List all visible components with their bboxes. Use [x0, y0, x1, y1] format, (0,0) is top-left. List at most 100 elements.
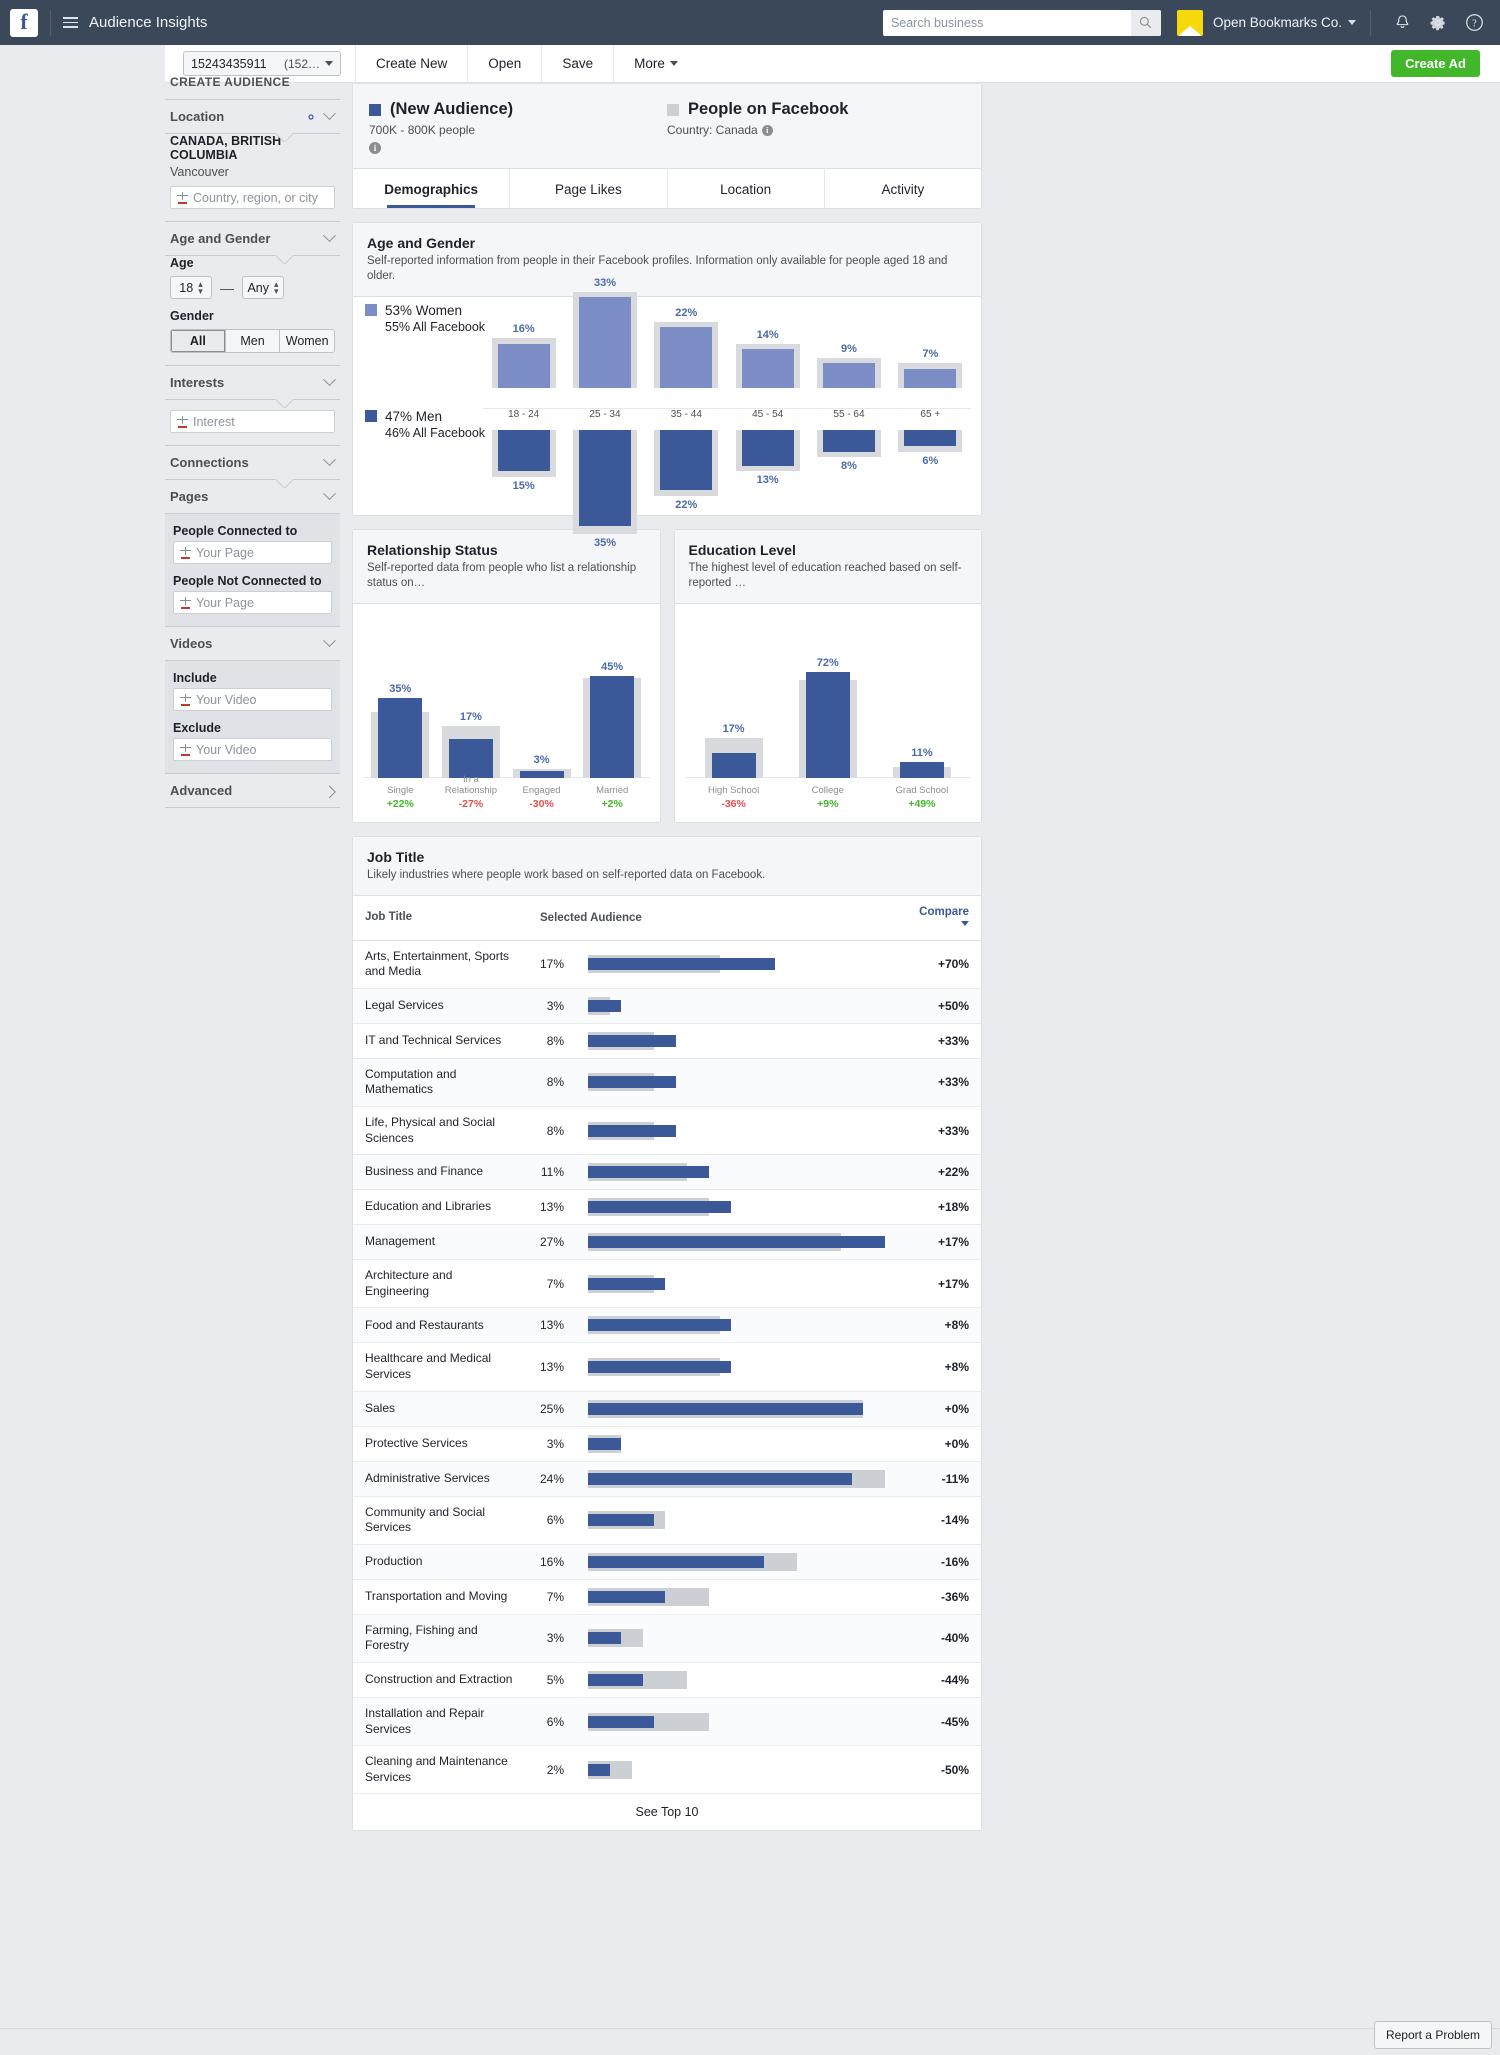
audience-bar[interactable] [899, 761, 944, 778]
gear-icon[interactable] [306, 112, 316, 122]
audience-bar[interactable] [588, 1632, 622, 1645]
table-row[interactable]: Protective Services 3% +0% [353, 1426, 981, 1462]
more-button[interactable]: More [614, 45, 698, 83]
audience-bar[interactable] [588, 1514, 655, 1527]
audience-bar[interactable] [588, 1472, 853, 1485]
women-bar[interactable] [904, 368, 957, 388]
tab-location[interactable]: Location [668, 169, 825, 208]
table-row[interactable]: Administrative Services 24% -11% [353, 1461, 981, 1497]
video-include-input[interactable]: Your Video [173, 688, 332, 711]
gear-icon[interactable] [1429, 14, 1447, 32]
table-row[interactable]: IT and Technical Services 8% +33% [353, 1023, 981, 1059]
location-input[interactable]: Country, region, or city [170, 186, 335, 209]
women-bar[interactable] [497, 343, 550, 388]
chevron-down-icon[interactable] [1348, 20, 1356, 25]
audience-bar[interactable] [588, 1076, 677, 1089]
women-bar[interactable] [578, 297, 631, 388]
table-row[interactable]: Installation and Repair Services 6% -45% [353, 1697, 981, 1747]
chevron-down-icon[interactable] [323, 487, 336, 501]
sidebar-section-location-header[interactable]: Location [165, 100, 340, 133]
chevron-down-icon[interactable] [323, 107, 336, 121]
info-icon[interactable]: i [369, 142, 381, 154]
chevron-down-icon[interactable] [961, 921, 969, 927]
audience-bar[interactable] [588, 1590, 666, 1603]
audience-bar[interactable] [590, 675, 635, 778]
table-row[interactable]: Production 16% -16% [353, 1544, 981, 1580]
audience-bar[interactable] [448, 739, 493, 778]
see-top-10-button[interactable]: See Top 10 [353, 1794, 981, 1831]
audience-bar[interactable] [588, 1402, 864, 1415]
audience-bar[interactable] [378, 698, 423, 778]
table-row[interactable]: Education and Libraries 13% +18% [353, 1189, 981, 1226]
audience-bar[interactable] [588, 1124, 677, 1137]
table-row[interactable]: Computation and Mathematics 8% +33% [353, 1058, 981, 1108]
men-bar[interactable] [660, 429, 713, 491]
table-row[interactable]: Farming, Fishing and Forestry 3% -40% [353, 1614, 981, 1664]
men-bar[interactable] [497, 429, 550, 472]
audience-bar[interactable] [588, 958, 776, 971]
chevron-down-icon[interactable] [323, 453, 336, 467]
women-bar[interactable] [741, 349, 794, 388]
chevron-down-icon[interactable] [323, 229, 336, 243]
audience-bar[interactable] [588, 1763, 611, 1776]
audience-bar[interactable] [588, 1166, 710, 1179]
table-row[interactable]: Arts, Entertainment, Sports and Media 17%… [353, 940, 981, 989]
search-icon[interactable] [1130, 9, 1161, 36]
search-container[interactable] [882, 9, 1161, 36]
men-bar[interactable] [741, 429, 794, 466]
stepper-icon[interactable]: ▴ ▾ [198, 280, 203, 296]
sidebar-section-advanced-header[interactable]: Advanced [165, 774, 340, 807]
table-row[interactable]: Construction and Extraction 5% -44% [353, 1662, 981, 1698]
age-max-stepper[interactable]: Any ▴ ▾ [242, 276, 284, 299]
business-selector[interactable]: Open Bookmarks Co. [1176, 9, 1356, 36]
people-connected-input[interactable]: Your Page [173, 541, 332, 564]
chevron-right-icon[interactable] [323, 785, 336, 799]
gender-option-all[interactable]: All [171, 330, 226, 352]
gender-option-women[interactable]: Women [280, 330, 334, 352]
table-row[interactable]: Legal Services 3% +50% [353, 988, 981, 1024]
chevron-down-icon[interactable] [323, 634, 336, 648]
audience-bar[interactable] [588, 1715, 655, 1728]
men-bar[interactable] [578, 429, 631, 527]
table-row[interactable]: Healthcare and Medical Services 13% +8% [353, 1342, 981, 1392]
audience-bar[interactable] [805, 671, 850, 778]
men-bar[interactable] [904, 429, 957, 447]
sidebar-section-interests-header[interactable]: Interests [165, 366, 340, 399]
help-icon[interactable]: ? [1465, 13, 1484, 32]
interest-input[interactable]: Interest [170, 410, 335, 433]
tab-activity[interactable]: Activity [825, 169, 981, 208]
sidebar-section-videos-header[interactable]: Videos [165, 627, 340, 660]
table-row[interactable]: Cleaning and Maintenance Services 2% -50% [353, 1745, 981, 1795]
create-new-button[interactable]: Create New [356, 45, 467, 83]
col-compare[interactable]: Compare [907, 895, 981, 941]
video-exclude-input[interactable]: Your Video [173, 738, 332, 761]
table-row[interactable]: Management 27% +17% [353, 1224, 981, 1261]
open-button[interactable]: Open [468, 45, 541, 83]
audience-bar[interactable] [588, 1319, 732, 1332]
create-ad-button[interactable]: Create Ad [1391, 50, 1480, 77]
sidebar-section-connections-header[interactable]: Connections [165, 446, 340, 479]
stepper-icon[interactable]: ▴ ▾ [274, 280, 279, 296]
table-row[interactable]: Life, Physical and Social Sciences 8% +33% [353, 1106, 981, 1156]
audience-bar[interactable] [588, 1555, 765, 1568]
audience-bar[interactable] [519, 770, 564, 778]
audience-bar[interactable] [711, 752, 756, 778]
table-row[interactable]: Community and Social Services 6% -14% [353, 1496, 981, 1545]
age-min-stepper[interactable]: 18 ▴ ▾ [170, 276, 212, 299]
audience-bar[interactable] [588, 1236, 886, 1249]
people-not-connected-input[interactable]: Your Page [173, 591, 332, 614]
table-row[interactable]: Transportation and Moving 7% -36% [353, 1579, 981, 1615]
audience-bar[interactable] [588, 1674, 644, 1686]
table-row[interactable]: Business and Finance 11% +22% [353, 1154, 981, 1191]
tab-page-likes[interactable]: Page Likes [510, 169, 668, 208]
audience-bar[interactable] [588, 1361, 732, 1374]
table-row[interactable]: Sales 25% +0% [353, 1391, 981, 1427]
bell-icon[interactable] [1394, 14, 1411, 31]
women-bar[interactable] [822, 363, 875, 388]
audience-bar[interactable] [588, 999, 622, 1012]
tab-demographics[interactable]: Demographics [353, 169, 511, 208]
audience-bar[interactable] [588, 1277, 666, 1290]
women-bar[interactable] [660, 327, 713, 388]
facebook-logo-icon[interactable]: f [10, 8, 38, 37]
report-problem-button[interactable]: Report a Problem [1373, 2021, 1492, 2049]
